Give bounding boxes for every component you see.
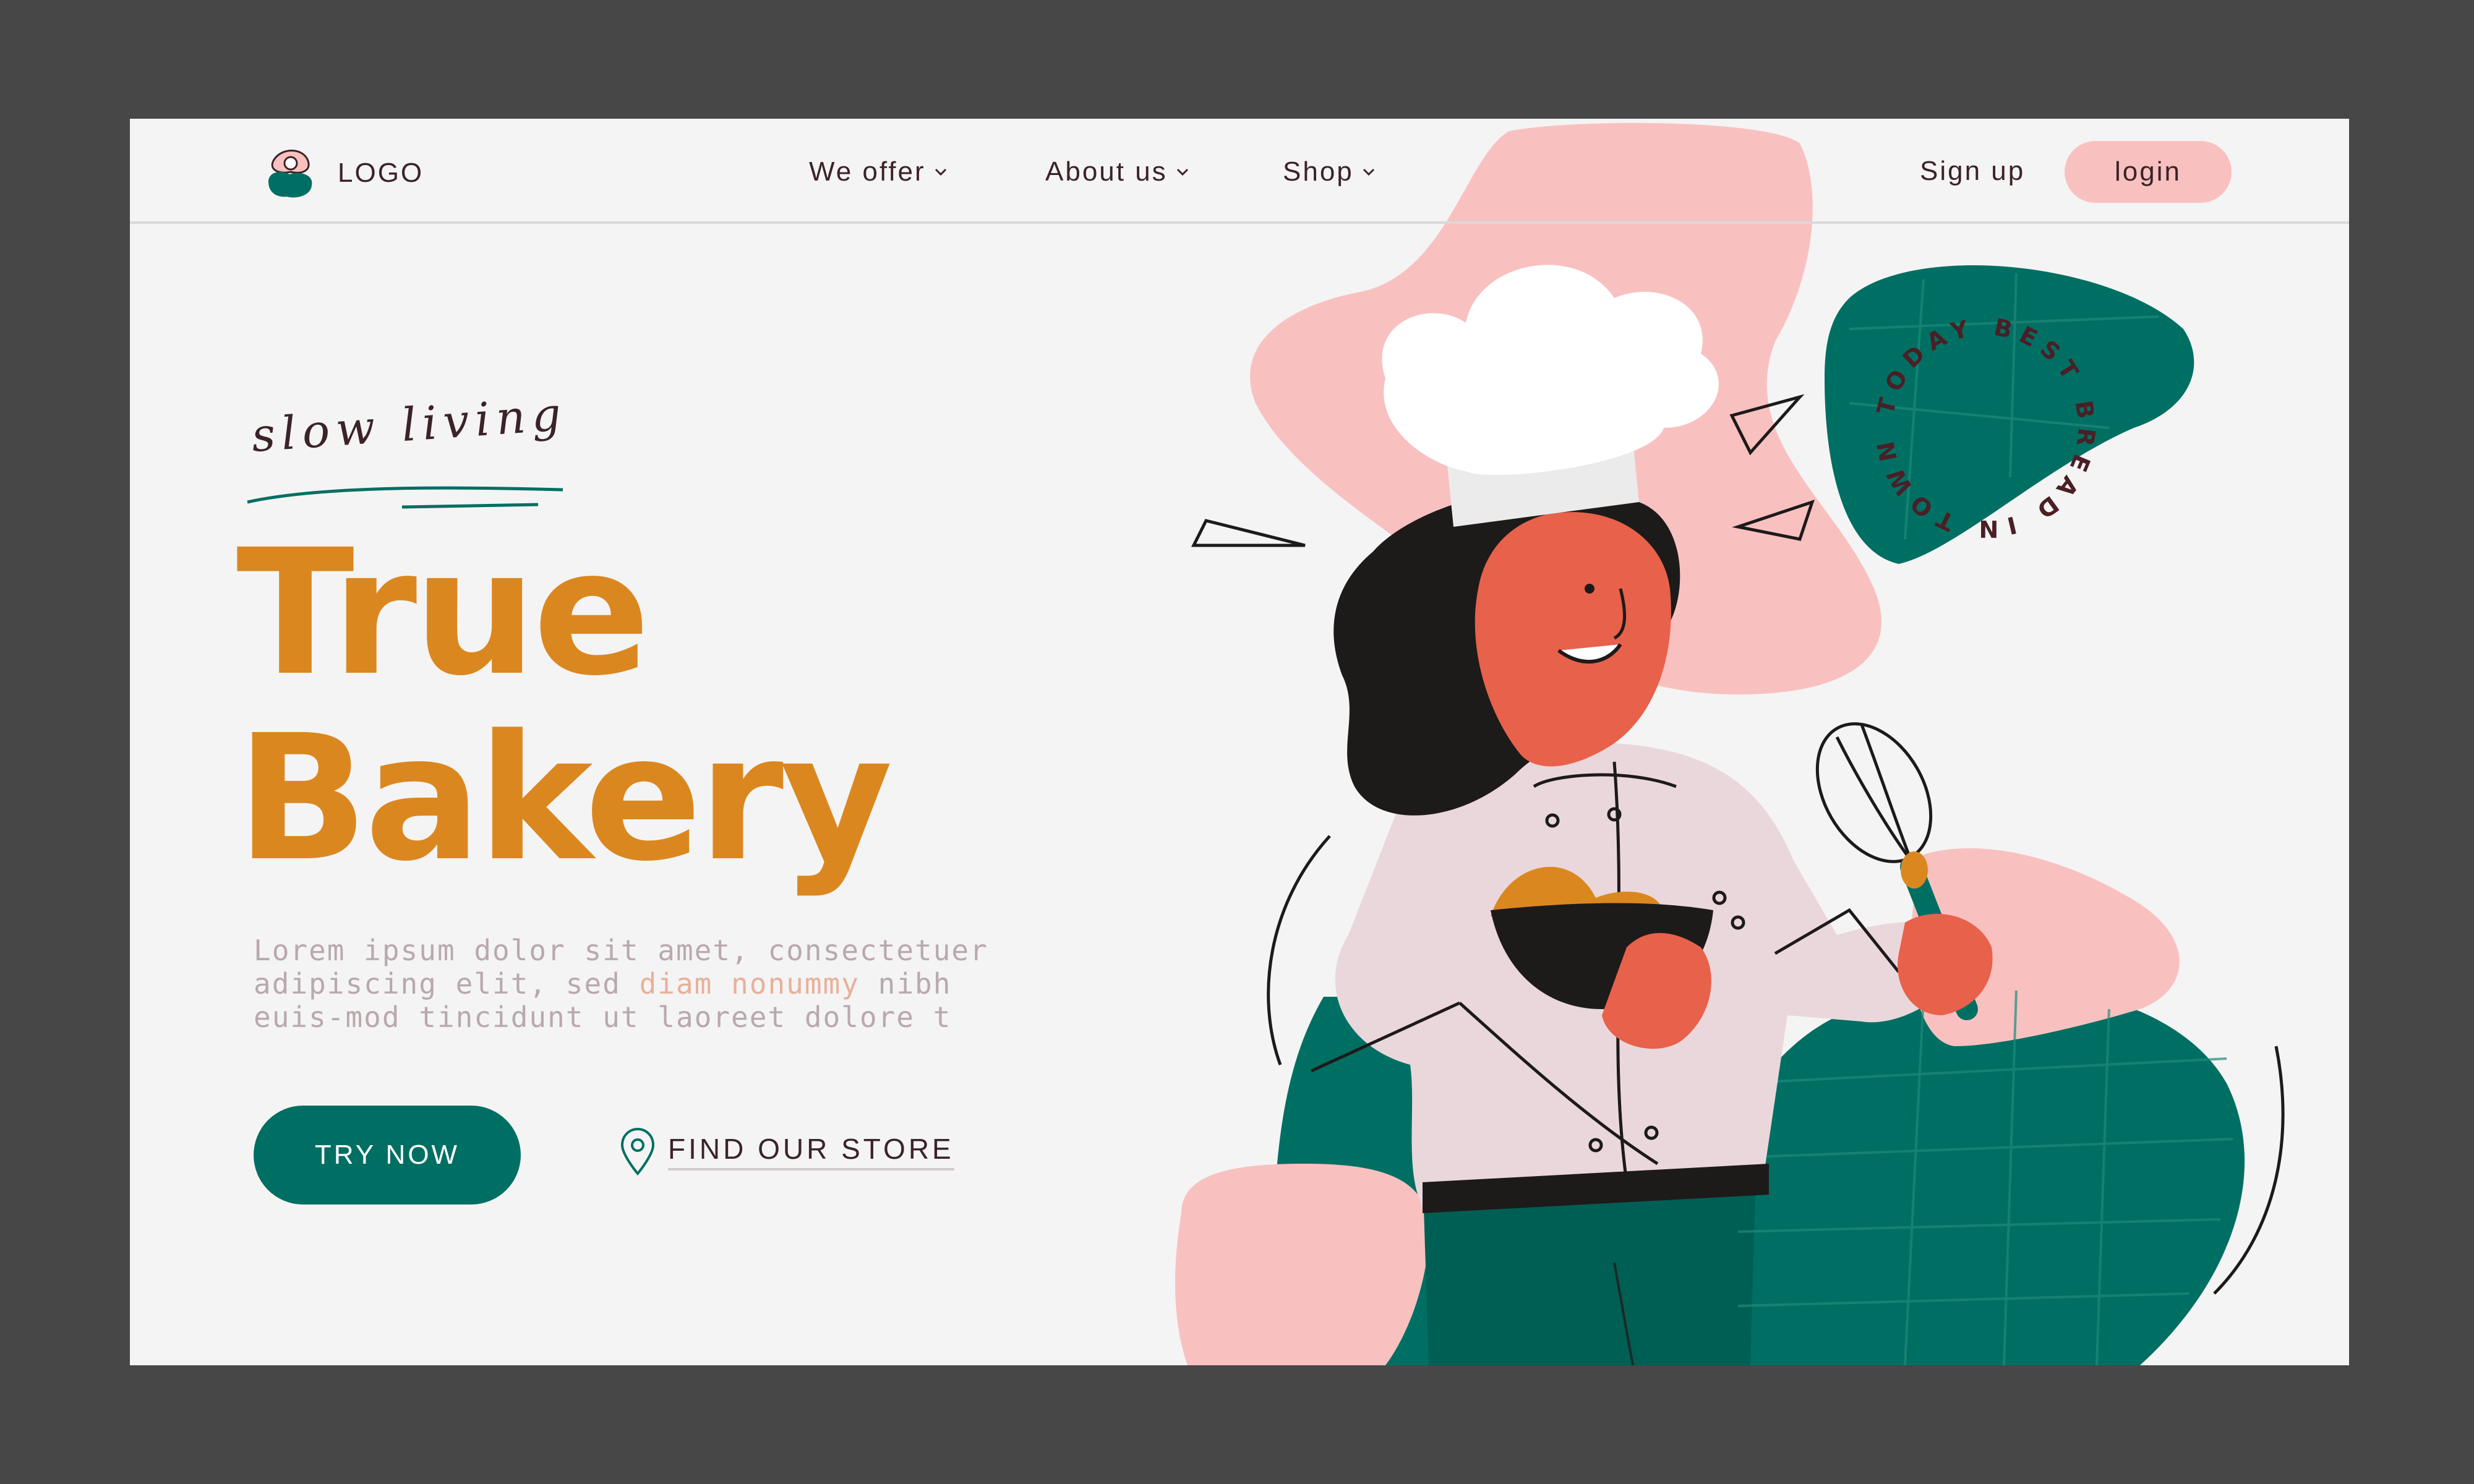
chevron-down-icon (935, 168, 946, 176)
hero-title-line-2: Bakery (236, 698, 893, 900)
nav-about-us[interactable]: About us (1045, 155, 1191, 189)
top-navigation-bar: LOGO We offer About us Shop Sign up logi… (130, 119, 2349, 224)
tagline-underline (247, 486, 563, 509)
nav-we-offer-label: We offer (809, 156, 926, 187)
chef-face (1475, 512, 1671, 767)
signup-link[interactable]: Sign up (1920, 156, 2025, 187)
pink-blob-bottom (1175, 1164, 1429, 1365)
description-highlight: diam nonummy (639, 967, 860, 1000)
nav-shop-label: Shop (1283, 156, 1354, 187)
chevron-down-icon (1363, 168, 1374, 176)
chevron-down-icon (1176, 168, 1188, 176)
nav-shop[interactable]: Shop (1283, 155, 1377, 189)
find-store-link[interactable]: FIND OUR STORE (618, 1127, 954, 1176)
logo[interactable]: LOGO (262, 142, 466, 204)
try-now-button[interactable]: TRY NOW (254, 1106, 521, 1205)
login-button[interactable]: login (2065, 141, 2232, 203)
find-store-label: FIND OUR STORE (668, 1132, 954, 1171)
location-pin-icon (620, 1127, 655, 1176)
hero-description: Lorem ipsum dolor sit amet, consectetuer… (254, 934, 1058, 1034)
logo-icon (268, 150, 312, 198)
hero-title-line-1: True (236, 513, 651, 714)
nav-about-us-label: About us (1045, 156, 1168, 187)
nav-we-offer[interactable]: We offer (809, 155, 949, 189)
landing-page: TODAY BEST BREAD IN TOWN LOGO We offer A… (130, 119, 2349, 1365)
logo-text: LOGO (338, 158, 424, 188)
